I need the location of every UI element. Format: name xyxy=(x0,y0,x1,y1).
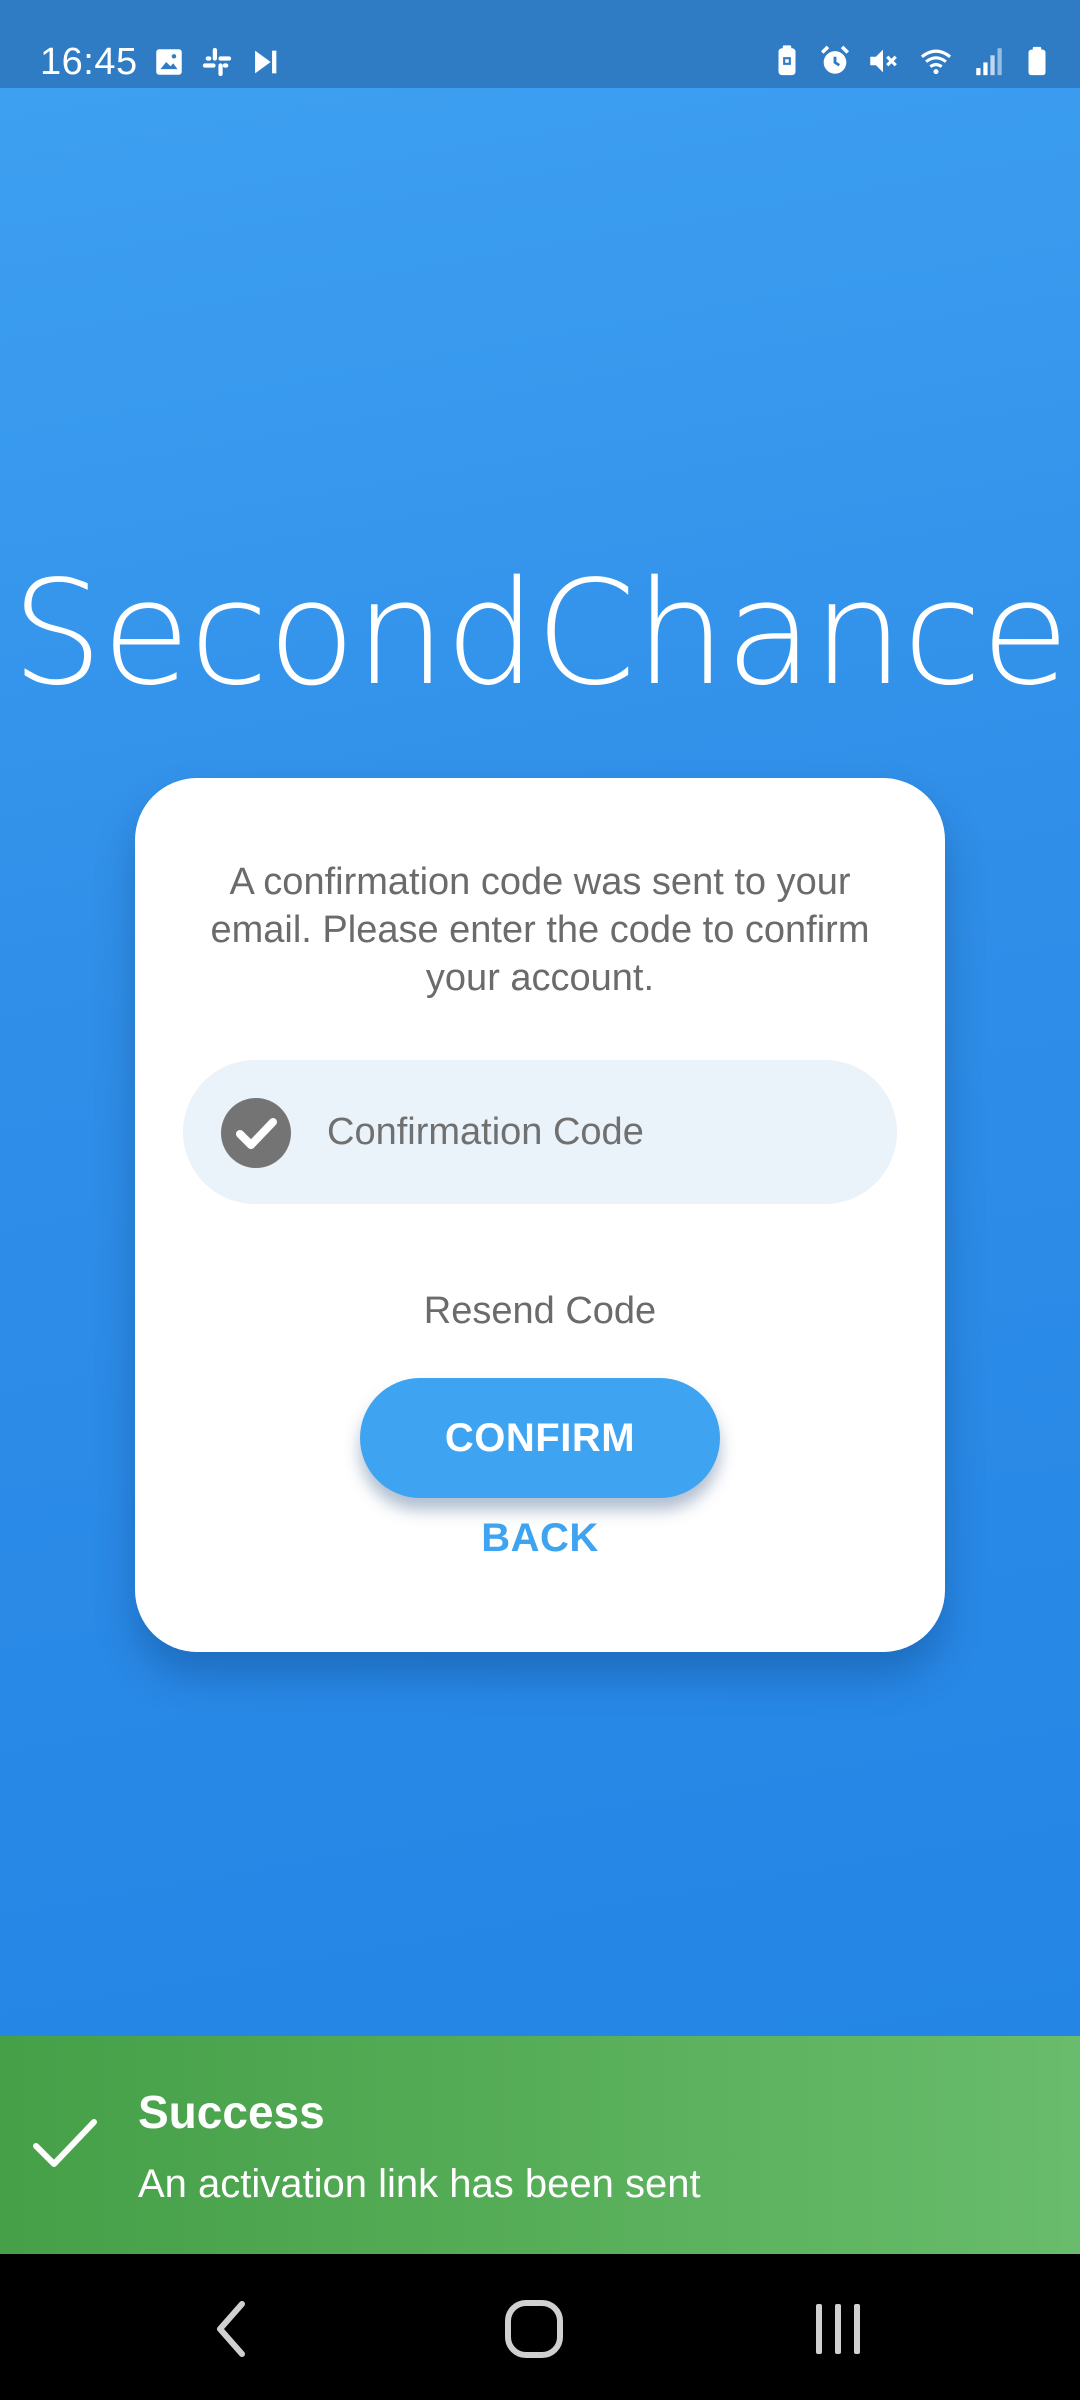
snackbar-message: An activation link has been sent xyxy=(138,2162,701,2206)
battery-saver-icon xyxy=(778,45,796,76)
image-icon xyxy=(156,49,182,75)
status-bar: 16:45 xyxy=(0,0,1080,88)
signal-icon xyxy=(976,48,1002,76)
wifi-icon xyxy=(920,49,952,75)
mute-icon xyxy=(870,49,897,73)
navigation-bar xyxy=(0,2254,1080,2400)
main-screen: SecondChance A confirmation code was sen… xyxy=(0,88,1080,2036)
nav-back-button[interactable] xyxy=(192,2294,272,2364)
snackbar-title: Success xyxy=(138,2086,325,2138)
success-snackbar: Success An activation link has been sent xyxy=(0,2036,1080,2254)
status-time: 16:45 xyxy=(40,41,138,83)
battery-icon xyxy=(1028,46,1046,76)
skip-next-icon xyxy=(255,50,277,74)
nav-recents-button[interactable] xyxy=(798,2294,878,2364)
resend-code-button[interactable]: Resend Code xyxy=(135,1286,945,1336)
back-icon xyxy=(217,2301,245,2357)
confirmation-message: A confirmation code was sent to your ema… xyxy=(210,861,870,999)
home-icon xyxy=(505,2300,563,2358)
check-circle-icon xyxy=(221,1098,291,1168)
confirm-button[interactable]: CONFIRM xyxy=(360,1378,720,1498)
app-title: SecondChance xyxy=(11,549,1069,717)
slack-icon xyxy=(202,47,232,77)
check-icon xyxy=(33,2119,97,2167)
recents-icon xyxy=(816,2304,860,2354)
alarm-icon xyxy=(820,45,850,74)
back-button[interactable]: BACK xyxy=(135,1508,945,1568)
confirmation-code-field[interactable] xyxy=(183,1060,897,1204)
system-icons xyxy=(770,42,1054,80)
nav-home-button[interactable] xyxy=(494,2294,574,2364)
confirmation-code-input[interactable] xyxy=(327,1096,867,1168)
confirmation-card: A confirmation code was sent to your ema… xyxy=(135,778,945,1652)
notification-icons xyxy=(152,44,282,80)
